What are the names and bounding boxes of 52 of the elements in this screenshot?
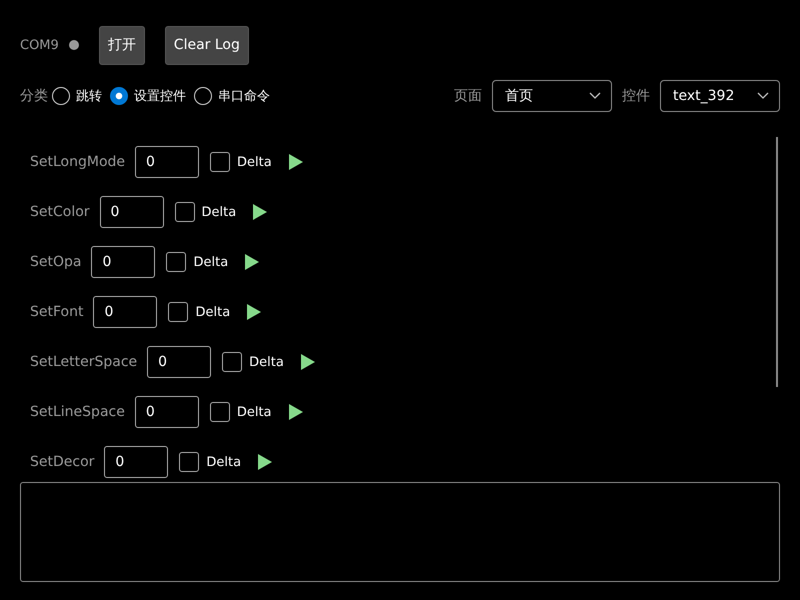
play-icon[interactable] xyxy=(300,353,316,371)
value-field[interactable]: 0 xyxy=(104,446,168,478)
value-field[interactable]: 0 xyxy=(91,246,156,278)
command-label: SetColor xyxy=(30,204,90,220)
button[interactable]: Clear Log xyxy=(164,26,249,64)
checkbox-label[interactable]: Delta xyxy=(249,354,284,370)
radio-button[interactable] xyxy=(110,87,128,105)
checkbox[interactable] xyxy=(222,352,242,372)
checkbox[interactable] xyxy=(174,202,195,222)
category-label: 分类 xyxy=(20,87,48,105)
checkbox[interactable] xyxy=(210,402,230,422)
button[interactable]: 打开 xyxy=(98,26,145,64)
radio-label[interactable]: 设置控件 xyxy=(134,87,186,105)
radio-button[interactable] xyxy=(52,87,70,105)
command-label: SetOpa xyxy=(30,254,82,270)
checkbox-label[interactable]: Delta xyxy=(202,204,236,220)
checkbox-label[interactable]: Delta xyxy=(237,154,272,170)
dropdown[interactable]: text_392 xyxy=(660,80,780,112)
port-label: COM9 xyxy=(20,38,59,52)
checkbox[interactable] xyxy=(179,452,200,472)
play-icon[interactable] xyxy=(244,253,260,271)
radio-label[interactable]: 跳转 xyxy=(76,87,102,105)
checkbox-label[interactable]: Delta xyxy=(193,254,228,270)
dropdown-label: 控件 xyxy=(622,87,650,105)
command-label: SetFont xyxy=(30,304,84,320)
radio-label[interactable]: 串口命令 xyxy=(218,87,270,105)
command-label: SetLineSpace xyxy=(30,404,125,420)
value-field[interactable]: 0 xyxy=(100,196,164,228)
command-label: SetLetterSpace xyxy=(30,354,138,370)
value-field[interactable]: 0 xyxy=(93,296,158,328)
play-icon[interactable] xyxy=(288,153,304,171)
value-field[interactable]: 0 xyxy=(134,396,199,428)
checkbox-label[interactable]: Delta xyxy=(236,404,272,420)
play-icon[interactable] xyxy=(246,303,262,321)
play-icon[interactable] xyxy=(288,403,304,421)
checkbox-label[interactable]: Delta xyxy=(195,304,230,320)
checkbox-label[interactable]: Delta xyxy=(206,454,242,470)
play-icon[interactable] xyxy=(257,453,274,471)
command-label: SetLongMode xyxy=(30,154,126,170)
dropdown-label: 页面 xyxy=(454,87,482,105)
radio-button[interactable] xyxy=(194,87,212,105)
checkbox[interactable] xyxy=(168,302,188,322)
dropdown[interactable]: 首页 xyxy=(492,80,612,112)
log-area[interactable] xyxy=(20,482,780,582)
checkbox[interactable] xyxy=(210,152,230,172)
play-icon[interactable] xyxy=(252,203,268,221)
checkbox[interactable] xyxy=(166,252,186,272)
value-field[interactable]: 0 xyxy=(147,346,212,378)
chevron-icon xyxy=(757,92,769,100)
command-label: SetDecor xyxy=(30,454,94,470)
value-field[interactable]: 0 xyxy=(135,146,200,178)
chevron-icon xyxy=(589,92,601,100)
